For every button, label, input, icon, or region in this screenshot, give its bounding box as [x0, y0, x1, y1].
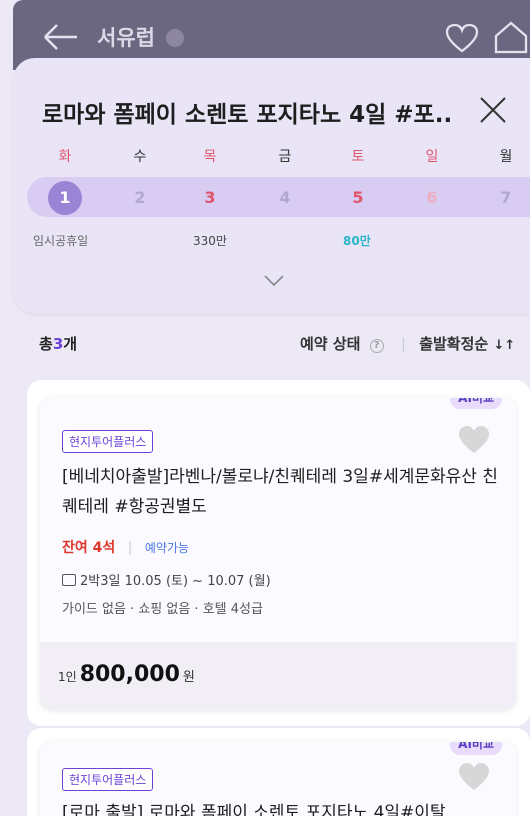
weekday-row: 화 수 목 금 토 일 월 [13, 146, 530, 168]
tour-card[interactable]: AI비교 현지투어플러스 [베네치아출발]라벤나/볼로냐/친퀘테레 3일#세계문… [40, 398, 516, 710]
ai-compare-badge[interactable]: AI비교 [450, 742, 502, 755]
heart-outline-icon[interactable] [445, 23, 479, 53]
date-3[interactable]: 3 [193, 181, 227, 215]
result-count: 총3개 [39, 335, 78, 353]
tour-title[interactable]: [로마 출발] 로마와 폼페이 소렌토 포지타노 4일#이탈 [62, 798, 446, 816]
chevron-down-icon[interactable] [166, 29, 184, 47]
tour-card[interactable]: AI비교 현지투어플러스 [로마 출발] 로마와 폼페이 소렌토 포지타노 4일… [40, 742, 516, 816]
provider-tag: 현지투어플러스 [62, 768, 154, 791]
weekday-thu: 목 [203, 149, 217, 165]
weekday-tue: 화 [58, 149, 72, 165]
date-4[interactable]: 4 [268, 181, 302, 215]
price-label-date-5: 80만 [343, 234, 371, 248]
holiday-label: 임시공휴일 [33, 234, 89, 248]
sort-icon[interactable]: ↓↑ [493, 338, 515, 353]
chevron-down-icon[interactable] [263, 274, 285, 288]
tour-title[interactable]: [베네치아출발]라벤나/볼로냐/친퀘테레 3일#세계문화유산 친퀘테레 #항공권… [62, 462, 502, 522]
availability-badge: 예약가능 [144, 541, 190, 555]
weekday-sun: 일 [425, 149, 439, 165]
heart-icon[interactable] [458, 425, 490, 455]
booking-status-filter[interactable]: 예약 상태 [300, 335, 360, 353]
weekday-sat: 토 [351, 149, 365, 165]
tour-period: 2박3일 10.05 (토) ~ 10.07 (월) [62, 570, 271, 589]
product-title: 로마와 폼페이 소렌토 포지타노 4일 #포.. [42, 102, 453, 128]
calendar-icon [62, 574, 76, 586]
provider-tag: 현지투어플러스 [62, 430, 154, 453]
seat-status: 잔여 4석 | 예약가능 [62, 540, 190, 556]
tour-price: 1인 800,000 원 [58, 662, 195, 687]
weekday-wed: 수 [133, 149, 147, 165]
weekday-mon: 월 [499, 149, 513, 165]
heart-icon[interactable] [458, 762, 490, 792]
date-1[interactable]: 1 [48, 181, 82, 215]
price-box: 1인 800,000 원 [40, 642, 516, 710]
remaining-seats: 잔여 4석 [62, 540, 116, 556]
date-sheet: 로마와 폼페이 소렌토 포지타노 4일 #포.. 화 수 목 금 토 일 월 1… [13, 58, 530, 313]
date-7[interactable]: 7 [489, 181, 523, 215]
weekday-fri: 금 [278, 149, 292, 165]
close-icon[interactable] [479, 96, 507, 124]
help-icon[interactable]: ? [369, 339, 384, 353]
tour-info: 가이드 없음 · 쇼핑 없음 · 호텔 4성급 [62, 602, 263, 617]
region-title[interactable]: 서유럽 [97, 22, 155, 52]
date-2[interactable]: 2 [123, 181, 157, 215]
sort-bar: 예약 상태 ? | 출발확정순 ↓↑ [300, 335, 516, 353]
date-6[interactable]: 6 [415, 181, 449, 215]
back-arrow-icon[interactable] [41, 22, 81, 52]
date-5[interactable]: 5 [341, 181, 375, 215]
ai-compare-badge[interactable]: AI비교 [450, 398, 502, 409]
price-label-date-3: 330만 [193, 234, 227, 248]
home-icon[interactable] [493, 20, 529, 54]
sort-dropdown[interactable]: 출발확정순 [419, 335, 488, 353]
